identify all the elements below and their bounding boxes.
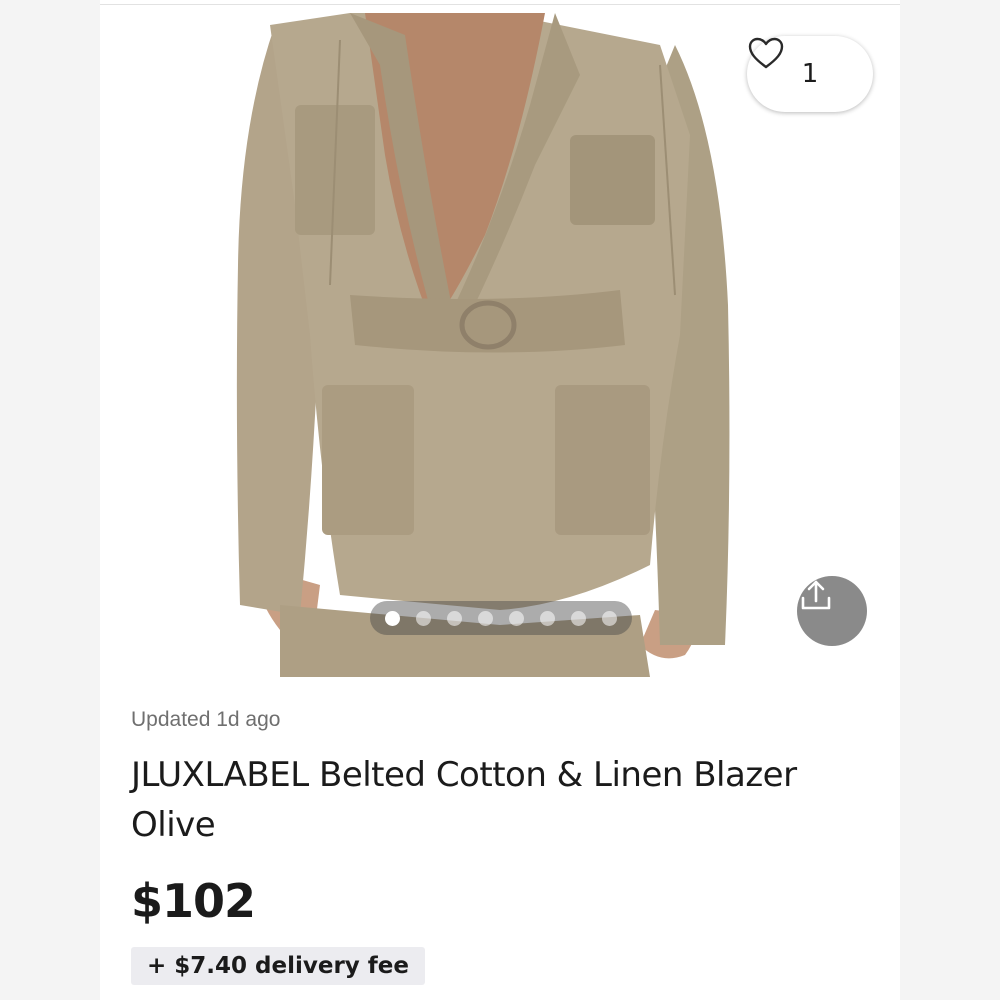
heart-icon — [748, 37, 784, 69]
listing-price: $102 — [131, 874, 256, 928]
delivery-fee-badge: + $7.40 delivery fee — [131, 947, 426, 985]
share-icon — [801, 580, 831, 610]
image-pager — [370, 601, 632, 635]
pager-dot-5[interactable] — [509, 610, 524, 626]
product-photo[interactable]: 1 — [100, 5, 900, 677]
pager-dot-3[interactable] — [447, 610, 462, 626]
pager-dot-6[interactable] — [540, 610, 555, 626]
listing-title: JLUXLABEL Belted Cotton & Linen Blazer O… — [131, 755, 797, 845]
pager-dot-1[interactable] — [385, 610, 400, 626]
listing-card: 1 Updated 1d ago JLUXLABEL Belted Cotton… — [100, 0, 900, 1000]
updated-timestamp: Updated 1d ago — [131, 708, 281, 731]
pager-dot-4[interactable] — [478, 610, 493, 626]
like-count: 1 — [801, 59, 819, 89]
pager-dot-2[interactable] — [416, 610, 431, 626]
pager-dot-8[interactable] — [602, 610, 617, 626]
share-button[interactable] — [797, 576, 867, 646]
like-button[interactable]: 1 — [747, 36, 873, 112]
pager-dot-7[interactable] — [571, 610, 586, 626]
